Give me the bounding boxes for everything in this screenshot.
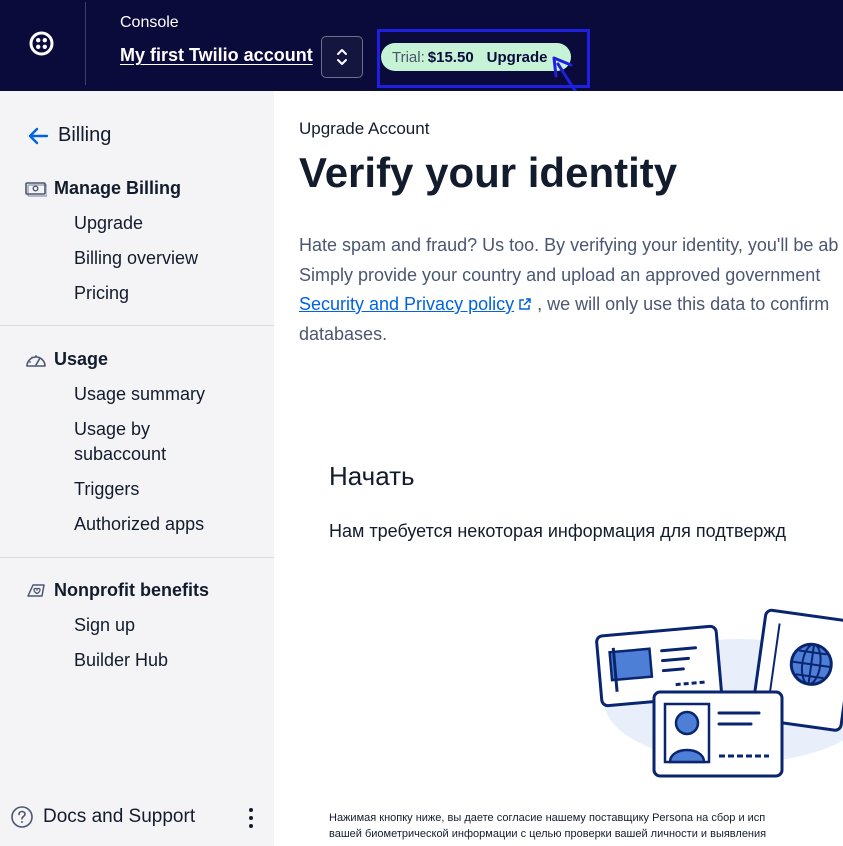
more-options-icon[interactable]	[243, 805, 259, 831]
sidebar-item-authorized-apps[interactable]: Authorized apps	[74, 512, 204, 537]
sidebar-item-pricing[interactable]: Pricing	[74, 281, 129, 306]
heart-hand-icon	[27, 583, 45, 597]
description-line: databases.	[299, 323, 388, 344]
back-label: Billing	[58, 124, 112, 146]
twilio-logo-icon[interactable]	[29, 31, 54, 56]
sidebar-divider	[0, 325, 274, 326]
topbar-divider	[85, 2, 86, 85]
id-documents-illustration	[595, 608, 843, 778]
page-title: Verify your identity	[299, 149, 678, 196]
description-line: Simply provide your country and upload a…	[299, 264, 821, 285]
sidebar-item-sign-up[interactable]: Sign up	[74, 613, 135, 638]
top-navigation-bar: Console My first Twilio account Trial: $…	[0, 0, 843, 91]
account-name-link[interactable]: My first Twilio account	[120, 45, 313, 66]
consent-legal-text: Нажимая кнопку ниже, вы даете согласие н…	[329, 810, 843, 842]
chevron-up-down-icon	[337, 49, 347, 65]
section-usage[interactable]: Usage	[25, 349, 108, 370]
sidebar: Billing Manage Billing Upgrade Billing o…	[0, 91, 274, 846]
section-manage-billing[interactable]: Manage Billing	[25, 178, 181, 199]
start-description: Нам требуется некоторая информация для п…	[329, 521, 786, 541]
docs-and-support-link[interactable]: Docs and Support	[10, 805, 195, 829]
legal-line: вашей биометрической информации с целью …	[329, 828, 767, 840]
money-icon	[25, 181, 47, 197]
description-text: , we will only use this data to confirm	[537, 294, 830, 314]
section-title: Manage Billing	[54, 178, 182, 198]
description-line: Security and Privacy policy , we will on…	[299, 290, 843, 320]
sidebar-item-builder-hub[interactable]: Builder Hub	[74, 648, 168, 673]
section-title: Nonprofit benefits	[54, 580, 209, 600]
sidebar-item-usage-summary[interactable]: Usage summary	[74, 382, 205, 407]
sidebar-item-upgrade[interactable]: Upgrade	[74, 211, 143, 236]
page-description: Hate spam and fraud? Us too. By verifyin…	[299, 231, 843, 349]
back-to-billing-link[interactable]: Billing	[26, 124, 111, 147]
docs-label: Docs and Support	[43, 806, 196, 827]
sidebar-item-billing-overview[interactable]: Billing overview	[74, 246, 198, 271]
security-privacy-policy-link[interactable]: Security and Privacy policy	[299, 294, 514, 314]
sidebar-divider	[0, 557, 274, 558]
gauge-icon	[26, 354, 46, 367]
sidebar-item-usage-by-subaccount[interactable]: Usage by subaccount	[74, 417, 224, 467]
external-link-icon	[519, 298, 531, 310]
main-content: Upgrade Account Verify your identity Hat…	[274, 91, 843, 846]
legal-line: Нажимая кнопку ниже, вы даете согласие н…	[329, 812, 766, 824]
section-nonprofit-benefits[interactable]: Nonprofit benefits	[25, 580, 209, 601]
description-line: Hate spam and fraud? Us too. By verifyin…	[299, 235, 839, 255]
link-text: Security and Privacy policy	[299, 294, 515, 314]
section-title: Usage	[54, 349, 109, 369]
start-heading: Начать	[329, 461, 415, 491]
sidebar-item-triggers[interactable]: Triggers	[74, 477, 139, 502]
console-label: Console	[120, 14, 179, 31]
account-switcher-button[interactable]	[321, 36, 363, 78]
help-circle-icon	[11, 806, 33, 828]
arrow-left-icon	[28, 127, 49, 144]
page-eyebrow: Upgrade Account	[299, 119, 430, 138]
